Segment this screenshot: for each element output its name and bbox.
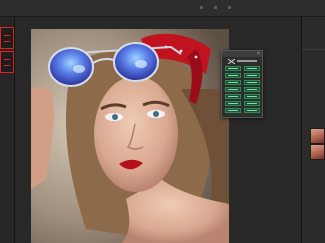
- menu-item[interactable]: [228, 6, 231, 9]
- close-icon[interactable]: ×: [257, 51, 260, 57]
- tool-button[interactable]: [0, 51, 14, 73]
- button-label: [228, 103, 238, 104]
- plugin-button[interactable]: [225, 66, 241, 71]
- tools-panel: [0, 17, 15, 243]
- plugin-button[interactable]: [244, 80, 260, 85]
- button-label: [247, 75, 257, 76]
- button-label: [228, 82, 238, 83]
- plugin-button[interactable]: [225, 108, 241, 113]
- plugin-subtitle: [237, 60, 257, 62]
- options-bar: [0, 0, 325, 17]
- button-label: [247, 103, 257, 104]
- button-label: [228, 96, 238, 97]
- button-label: [228, 89, 238, 90]
- plugin-button[interactable]: [244, 66, 260, 71]
- plugin-button[interactable]: [244, 101, 260, 106]
- plugin-button[interactable]: [225, 94, 241, 99]
- tool-button[interactable]: [0, 27, 14, 49]
- layer-thumbnail[interactable]: [310, 144, 325, 160]
- tool-icon: [4, 35, 10, 42]
- button-label: [247, 68, 257, 69]
- layer-thumbnail[interactable]: [310, 128, 325, 144]
- button-label: [247, 96, 257, 97]
- plugin-button[interactable]: [244, 87, 260, 92]
- plugin-button[interactable]: [225, 80, 241, 85]
- plugin-button[interactable]: [225, 87, 241, 92]
- plugin-button[interactable]: [225, 101, 241, 106]
- button-label: [228, 110, 238, 111]
- button-label: [228, 75, 238, 76]
- tool-icon: [4, 59, 10, 66]
- button-label: [247, 82, 257, 83]
- button-label: [228, 68, 238, 69]
- plugin-logo-icon: [228, 59, 235, 64]
- portrait-photo: [31, 29, 229, 243]
- panel-divider: [302, 49, 325, 50]
- plugin-button[interactable]: [244, 108, 260, 113]
- button-label: [247, 110, 257, 111]
- menu-item[interactable]: [214, 6, 217, 9]
- button-label: [247, 89, 257, 90]
- menu-item[interactable]: [200, 6, 203, 9]
- plugin-button[interactable]: [225, 73, 241, 78]
- plugin-button[interactable]: [244, 94, 260, 99]
- plugin-panel[interactable]: ×: [221, 50, 263, 118]
- document-canvas-image[interactable]: [31, 29, 229, 243]
- plugin-panel-header[interactable]: ×: [222, 51, 262, 57]
- plugin-button[interactable]: [244, 73, 260, 78]
